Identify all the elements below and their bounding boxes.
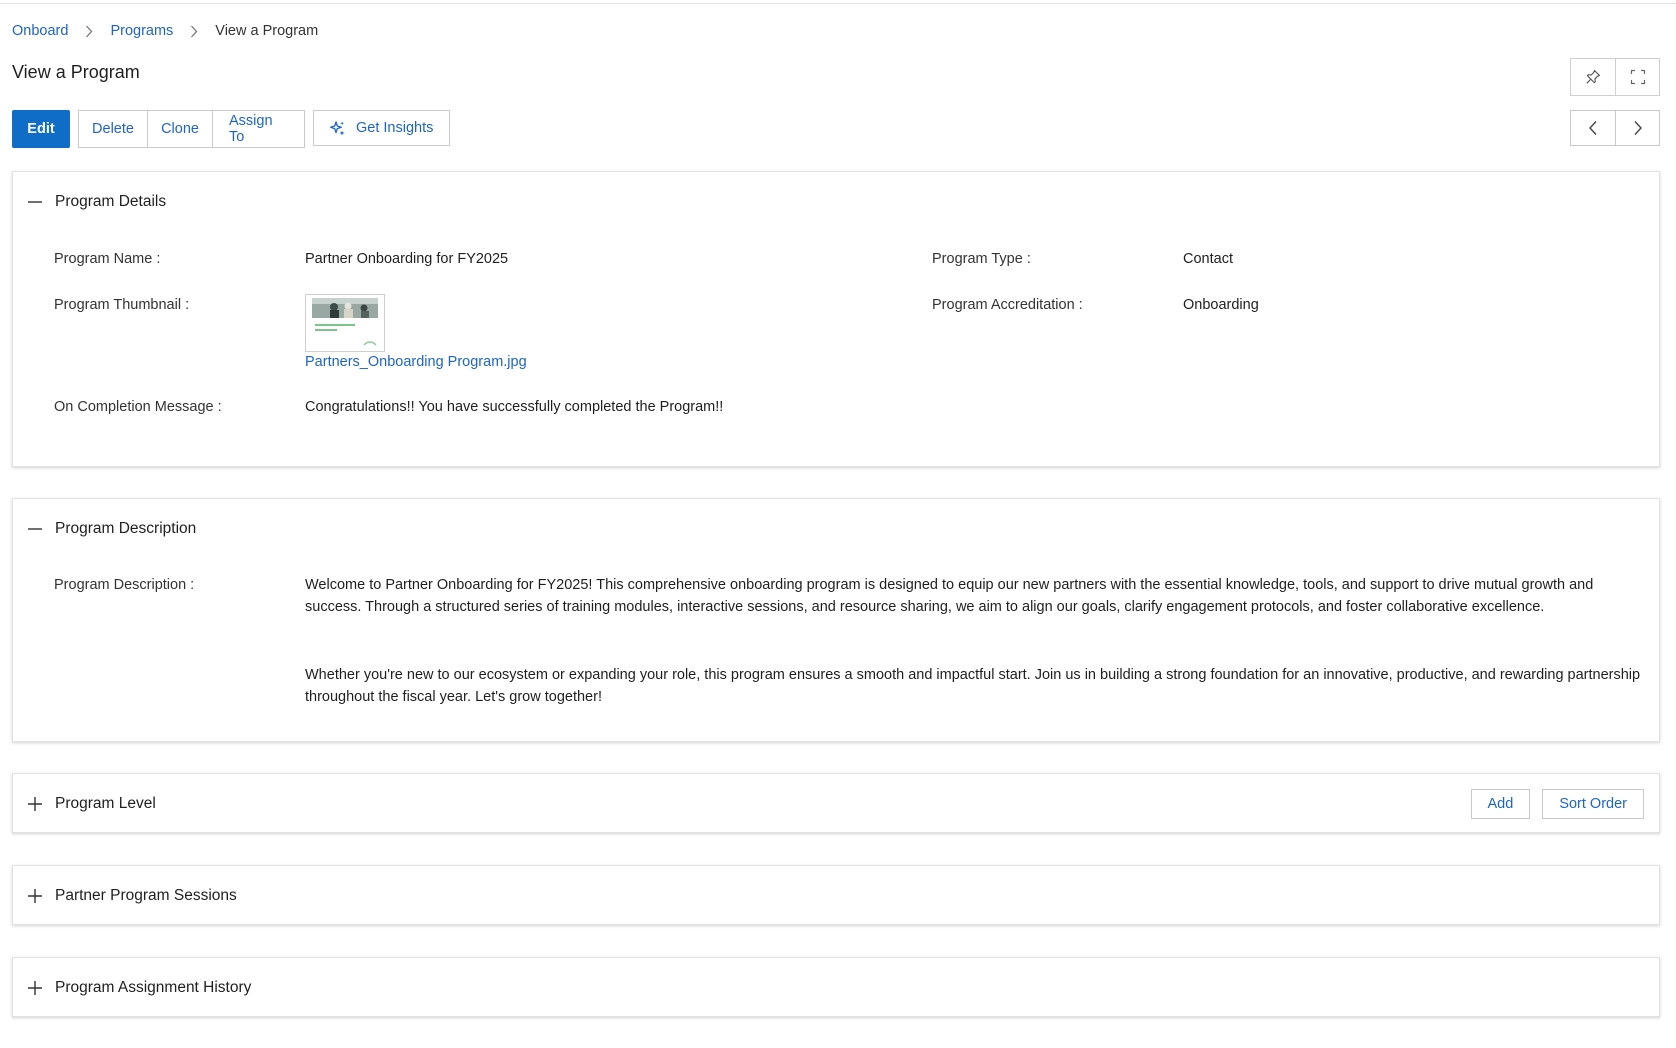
- program-assignment-history-header[interactable]: Program Assignment History: [13, 958, 1659, 1018]
- breadcrumb-onboard[interactable]: Onboard: [12, 23, 68, 39]
- pin-button[interactable]: [1571, 59, 1615, 95]
- program-type-value: Contact: [1183, 251, 1233, 267]
- record-navigation: [1570, 110, 1660, 146]
- program-type-label: Program Type :: [932, 251, 1031, 267]
- fullscreen-button[interactable]: [1615, 59, 1659, 95]
- fullscreen-icon: [1630, 69, 1646, 85]
- completion-message-value: Congratulations!! You have successfully …: [305, 399, 724, 415]
- program-thumbnail-image[interactable]: [305, 294, 385, 352]
- program-description-paragraph-2: Whether you're new to our ecosystem or e…: [305, 667, 1641, 705]
- plus-icon[interactable]: [27, 888, 43, 904]
- chevron-left-icon: [1588, 120, 1598, 136]
- program-name-label: Program Name :: [54, 251, 161, 267]
- action-button-group: Delete Clone Assign To: [78, 110, 305, 148]
- program-level-title: Program Level: [55, 795, 156, 812]
- pin-icon: [1585, 69, 1601, 85]
- program-description-header[interactable]: Program Description: [13, 499, 1659, 559]
- top-divider: [0, 0, 1676, 4]
- chevron-right-icon: [1633, 120, 1643, 136]
- sort-order-button[interactable]: Sort Order: [1542, 789, 1644, 819]
- partner-program-sessions-header[interactable]: Partner Program Sessions: [13, 866, 1659, 926]
- completion-message-label: On Completion Message :: [54, 399, 222, 415]
- program-level-header[interactable]: Program Level: [13, 774, 1659, 834]
- program-accreditation-label: Program Accreditation :: [932, 297, 1083, 313]
- chevron-right-icon: [68, 25, 110, 38]
- program-description-label: Program Description :: [54, 577, 195, 593]
- next-record-button[interactable]: [1615, 111, 1659, 145]
- breadcrumb-programs[interactable]: Programs: [110, 23, 173, 39]
- clone-button[interactable]: Clone: [147, 111, 212, 147]
- program-level-section: Program Level Add Sort Order: [12, 773, 1660, 833]
- program-accreditation-value: Onboarding: [1183, 297, 1259, 313]
- get-insights-label: Get Insights: [356, 120, 434, 136]
- program-assignment-history-section: Program Assignment History: [12, 957, 1660, 1017]
- minus-icon[interactable]: [27, 194, 43, 210]
- get-insights-button[interactable]: Get Insights: [313, 110, 451, 146]
- partner-program-sessions-title: Partner Program Sessions: [55, 887, 237, 904]
- page-title: View a Program: [12, 62, 140, 82]
- plus-icon[interactable]: [27, 796, 43, 812]
- assign-to-button[interactable]: Assign To: [212, 111, 304, 147]
- program-description-section: Program Description Program Description …: [12, 498, 1660, 742]
- plus-icon[interactable]: [27, 980, 43, 996]
- minus-icon[interactable]: [27, 521, 43, 537]
- program-level-actions: Add Sort Order: [1470, 789, 1644, 819]
- view-utilities: [1570, 58, 1660, 96]
- program-description-paragraph-1: Welcome to Partner Onboarding for FY2025…: [305, 577, 1594, 615]
- program-details-header[interactable]: Program Details: [13, 172, 1659, 232]
- program-thumbnail-label: Program Thumbnail :: [54, 297, 190, 313]
- delete-button[interactable]: Delete: [79, 111, 147, 147]
- breadcrumb: Onboard Programs View a Program: [12, 21, 318, 41]
- add-level-button[interactable]: Add: [1470, 789, 1531, 819]
- partner-program-sessions-section: Partner Program Sessions: [12, 865, 1660, 925]
- program-name-value: Partner Onboarding for FY2025: [305, 251, 509, 267]
- chevron-right-icon: [173, 25, 215, 38]
- action-toolbar: Edit Delete Clone Assign To Get Insights: [12, 110, 451, 148]
- program-assignment-history-title: Program Assignment History: [55, 979, 252, 996]
- sparkle-icon: [329, 120, 346, 137]
- previous-record-button[interactable]: [1571, 111, 1615, 145]
- breadcrumb-current: View a Program: [215, 23, 319, 39]
- program-details-section: Program Details Program Name : Partner O…: [12, 171, 1660, 467]
- program-description-title: Program Description: [55, 520, 197, 537]
- edit-button[interactable]: Edit: [12, 110, 70, 148]
- program-thumbnail-file-link[interactable]: Partners_Onboarding Program.jpg: [305, 354, 527, 370]
- program-details-title: Program Details: [55, 193, 167, 210]
